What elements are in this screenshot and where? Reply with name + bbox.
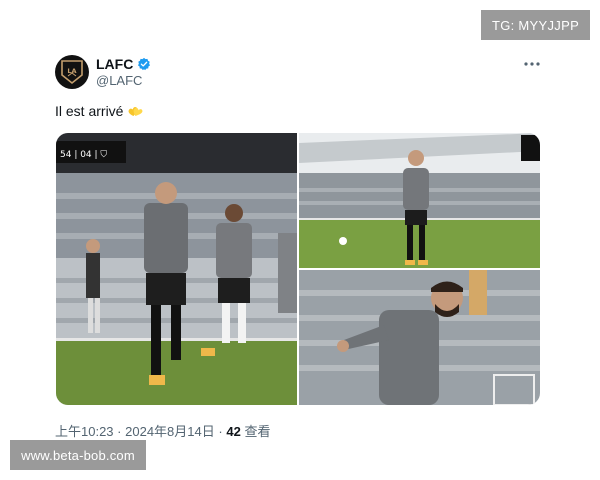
- media-photo-1[interactable]: 54 | 04 | ⛉: [56, 133, 297, 405]
- display-name-row[interactable]: LAFC: [96, 56, 151, 72]
- svg-text:LA: LA: [67, 67, 76, 75]
- tweet-card[interactable]: LA LAFC @LAFC Il est arrivé 54 | 04 | ⛉ …: [40, 40, 560, 440]
- watermark-top: TG: MYYJJPP: [481, 10, 590, 40]
- media-photo-2[interactable]: [299, 133, 540, 268]
- tweet-text: Il est arrivé: [55, 103, 143, 119]
- more-options-button[interactable]: [521, 55, 543, 73]
- meta-separator: ·: [117, 424, 122, 439]
- tweet-text-content: Il est arrivé: [55, 103, 124, 119]
- user-handle[interactable]: @LAFC: [96, 73, 142, 88]
- views-label: 查看: [244, 424, 271, 439]
- media-photo-3[interactable]: [299, 270, 540, 405]
- meta-separator: ·: [218, 424, 223, 439]
- tweet-date[interactable]: 2024年8月14日: [125, 424, 215, 439]
- yellow-hearts-emoji: [129, 107, 143, 117]
- more-options-icon: [524, 62, 540, 66]
- verified-badge-icon: [138, 57, 151, 71]
- svg-text:54 | 04 | ⛉: 54 | 04 | ⛉: [60, 150, 107, 160]
- media-grid: 54 | 04 | ⛉: [56, 133, 540, 405]
- lafc-logo-icon[interactable]: LA: [55, 55, 89, 89]
- views-count: 42: [226, 424, 241, 439]
- display-name[interactable]: LAFC: [96, 56, 133, 72]
- watermark-bottom: www.beta-bob.com: [10, 440, 146, 470]
- tweet-time[interactable]: 上午10:23: [55, 424, 114, 439]
- tweet-meta: 上午10:23 · 2024年8月14日 · 42 查看: [55, 421, 270, 440]
